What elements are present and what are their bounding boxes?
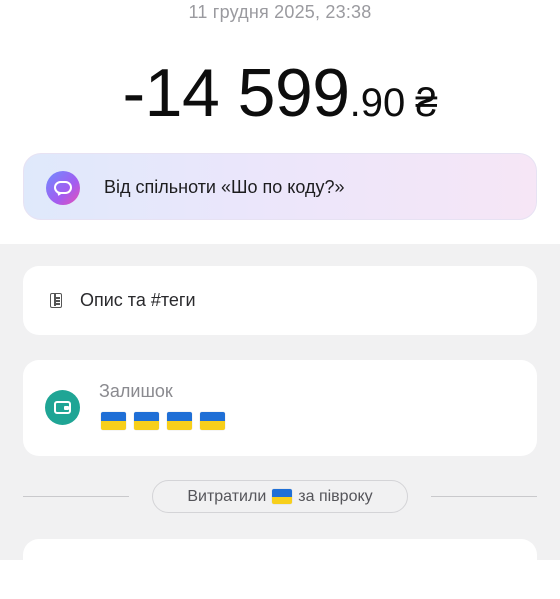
description-tags-label: Опис та #теги <box>80 290 196 310</box>
wallet-icon <box>45 390 80 425</box>
spending-divider: Витратили за півроку <box>0 480 560 513</box>
ukraine-flag-icon <box>167 412 192 430</box>
description-tags-button[interactable]: Опис та #теги <box>23 266 537 335</box>
spending-card[interactable] <box>23 539 537 599</box>
spending-suffix: за півроку <box>298 487 373 505</box>
chat-bubble-icon <box>46 171 80 205</box>
spending-prefix: Витратили <box>187 487 267 505</box>
amount-decimal-part: .90 <box>349 81 406 125</box>
divider-line <box>431 496 537 497</box>
ukraine-flag-icon <box>200 412 225 430</box>
community-label: Від спільноти «Шо по коду?» <box>104 177 345 197</box>
transaction-timestamp: 11 грудня 2025, 23:38 <box>188 2 372 22</box>
balance-value <box>101 412 225 430</box>
currency-symbol: ₴ <box>415 81 438 125</box>
spending-period-pill[interactable]: Витратили за півроку <box>152 480 408 513</box>
amount-integer-part: -14 599 <box>122 55 351 131</box>
divider-line <box>23 496 129 497</box>
balance-label: Залишок <box>99 381 173 401</box>
transaction-header: 11 грудня 2025, 23:38 -14 599.90 ₴ Від сп… <box>0 0 560 244</box>
community-banner[interactable]: Від спільноти «Шо по коду?» <box>23 153 537 220</box>
ukraine-flag-icon <box>272 489 293 504</box>
balance-card[interactable]: Залишок <box>23 360 537 456</box>
ukraine-flag-icon <box>134 412 159 430</box>
details-section: Опис та #теги Залишок Витратили за півро… <box>0 244 560 599</box>
notebook-icon <box>50 293 62 308</box>
transaction-amount: -14 599.90 ₴ <box>0 54 560 132</box>
ukraine-flag-icon <box>101 412 126 430</box>
